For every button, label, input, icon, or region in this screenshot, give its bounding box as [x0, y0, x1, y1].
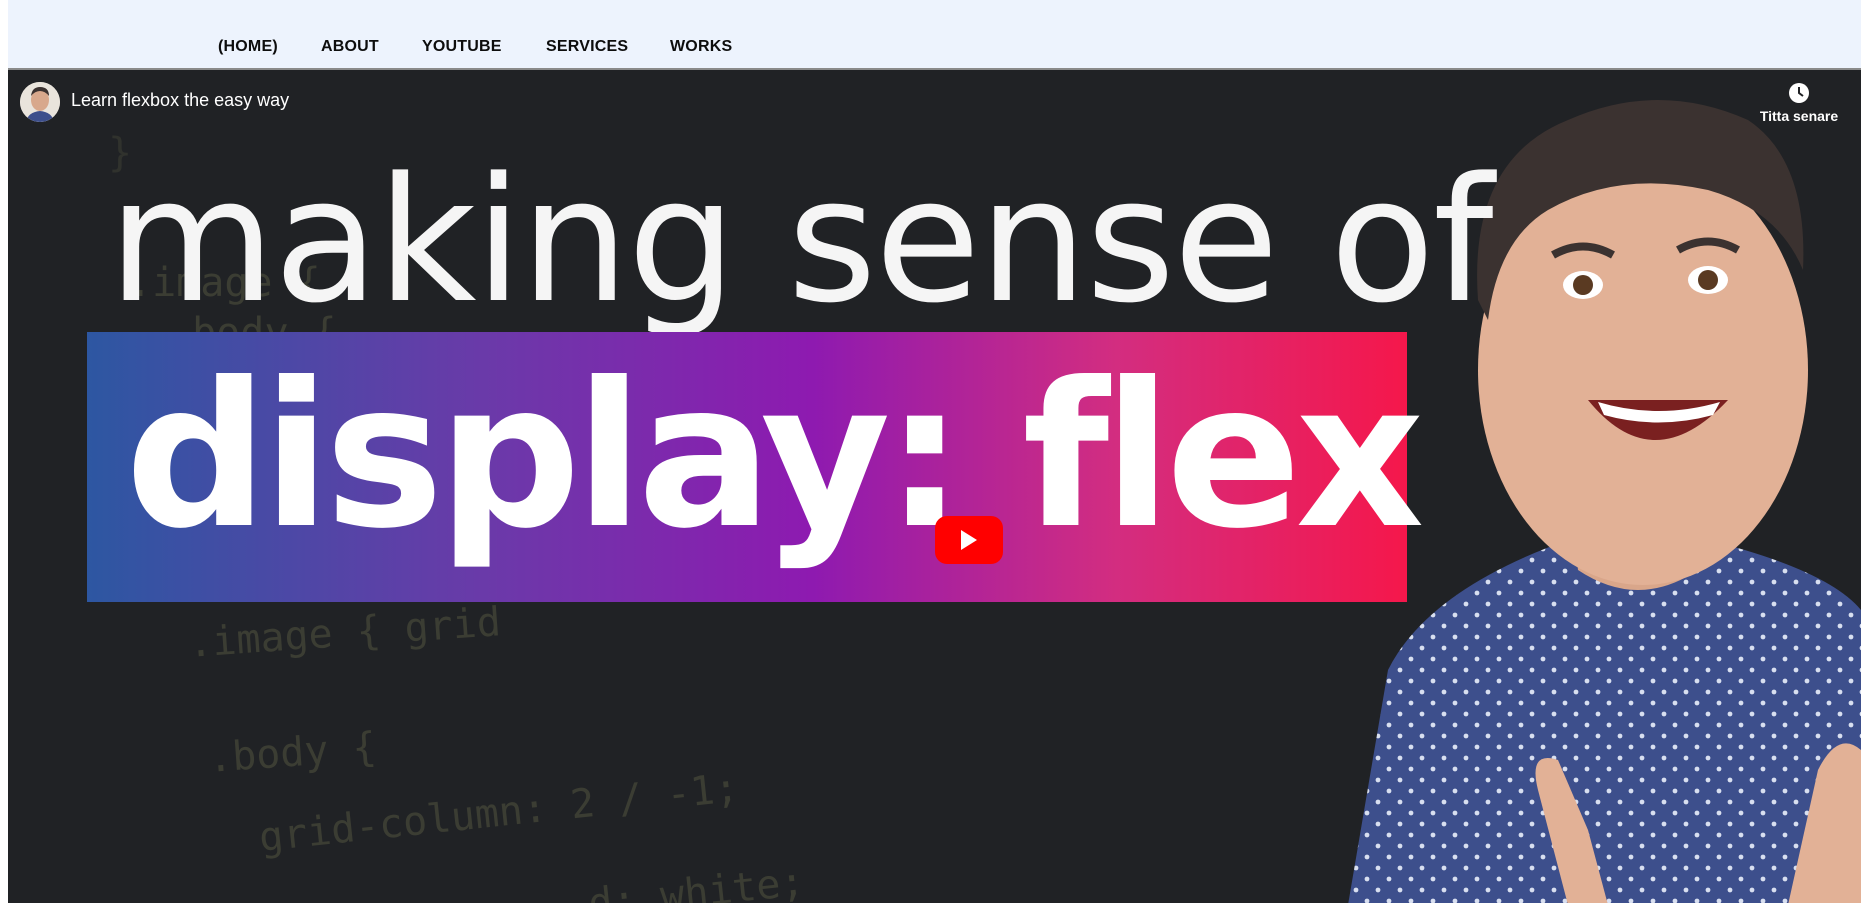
- youtube-embed-player[interactable]: } .image { .body { .image { grid .body {…: [8, 68, 1861, 903]
- thumbnail-banner-text: display: flex: [125, 340, 1424, 573]
- avatar-icon: [20, 82, 60, 122]
- nav-link-home[interactable]: (HOME): [218, 38, 278, 56]
- clock-icon: [1789, 83, 1809, 103]
- nav-link-services[interactable]: SERVICES: [546, 38, 628, 56]
- video-title-link[interactable]: Learn flexbox the easy way: [71, 90, 289, 111]
- thumbnail-banner: display: flex: [87, 332, 1424, 602]
- nav-link-works[interactable]: WORKS: [670, 38, 732, 56]
- watch-later-label: Titta senare: [1759, 108, 1839, 124]
- nav-link-about[interactable]: ABOUT: [321, 38, 379, 56]
- watch-later-button[interactable]: Titta senare: [1749, 82, 1849, 124]
- nav-link-youtube[interactable]: YOUTUBE: [422, 38, 502, 56]
- youtube-play-button[interactable]: [935, 516, 1003, 564]
- channel-avatar[interactable]: [20, 82, 60, 122]
- thumbnail-headline: making sense of: [108, 140, 1494, 341]
- top-navbar: (HOME) ABOUT YOUTUBE SERVICES WORKS: [8, 0, 1861, 68]
- nav-list: (HOME) ABOUT YOUTUBE SERVICES WORKS: [8, 0, 1861, 68]
- youtube-play-icon: [961, 530, 977, 550]
